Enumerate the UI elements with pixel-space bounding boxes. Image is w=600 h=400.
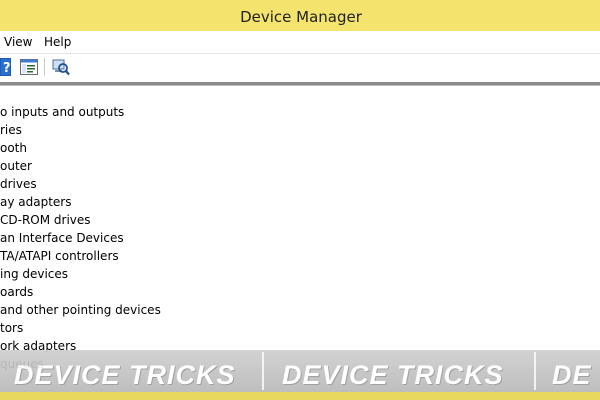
window-title: Device Manager [240, 7, 362, 26]
toolbar: ? [0, 54, 600, 80]
help-icon: ? [0, 57, 12, 77]
watermark-banner: DEVICE TRICKS DEVICE TRICKS DE [0, 350, 600, 392]
tree-item-disk-drives[interactable]: drives [0, 175, 600, 193]
title-bar[interactable]: Device Manager [0, 0, 600, 31]
tree-item-dvd-cd-rom-drives[interactable]: CD-ROM drives [0, 211, 600, 229]
watermark-text: DEVICE TRICKS [282, 360, 504, 390]
tree-item-mice-pointing-devices[interactable]: and other pointing devices [0, 301, 600, 319]
tree-item-ide-ata-atapi-controllers[interactable]: TA/ATAPI controllers [0, 247, 600, 265]
console-tree-button[interactable] [20, 59, 38, 79]
tree-item-monitors[interactable]: tors [0, 319, 600, 337]
toolbar-divider [0, 82, 600, 86]
tree-item-keyboards[interactable]: oards [0, 283, 600, 301]
help-glyph: ? [3, 61, 11, 76]
tree-item-computer[interactable]: outer [0, 157, 600, 175]
tree-item-audio-inputs-outputs[interactable]: o inputs and outputs [0, 103, 600, 121]
toolbar-separator [44, 58, 45, 76]
watermark-text: DEVICE TRICKS [14, 360, 236, 390]
menu-help[interactable]: Help [44, 35, 71, 49]
tree-item-batteries[interactable]: ries [0, 121, 600, 139]
bottom-bar [0, 392, 600, 400]
watermark-divider [262, 352, 264, 390]
tree-item-human-interface-devices[interactable]: an Interface Devices [0, 229, 600, 247]
tree-item-imaging-devices[interactable]: ing devices [0, 265, 600, 283]
scan-hardware-icon [52, 59, 70, 76]
device-tree: o inputs and outputs ries ooth outer dri… [0, 103, 600, 373]
console-tree-icon [20, 59, 38, 75]
menu-view[interactable]: View [4, 35, 32, 49]
tree-item-bluetooth[interactable]: ooth [0, 139, 600, 157]
help-button[interactable]: ? [0, 57, 12, 80]
watermark-text: DE [552, 360, 592, 390]
tree-item-display-adapters[interactable]: ay adapters [0, 193, 600, 211]
watermark-divider [534, 352, 536, 390]
scan-hardware-button[interactable] [52, 58, 70, 80]
menu-bar: View Help [0, 31, 600, 54]
